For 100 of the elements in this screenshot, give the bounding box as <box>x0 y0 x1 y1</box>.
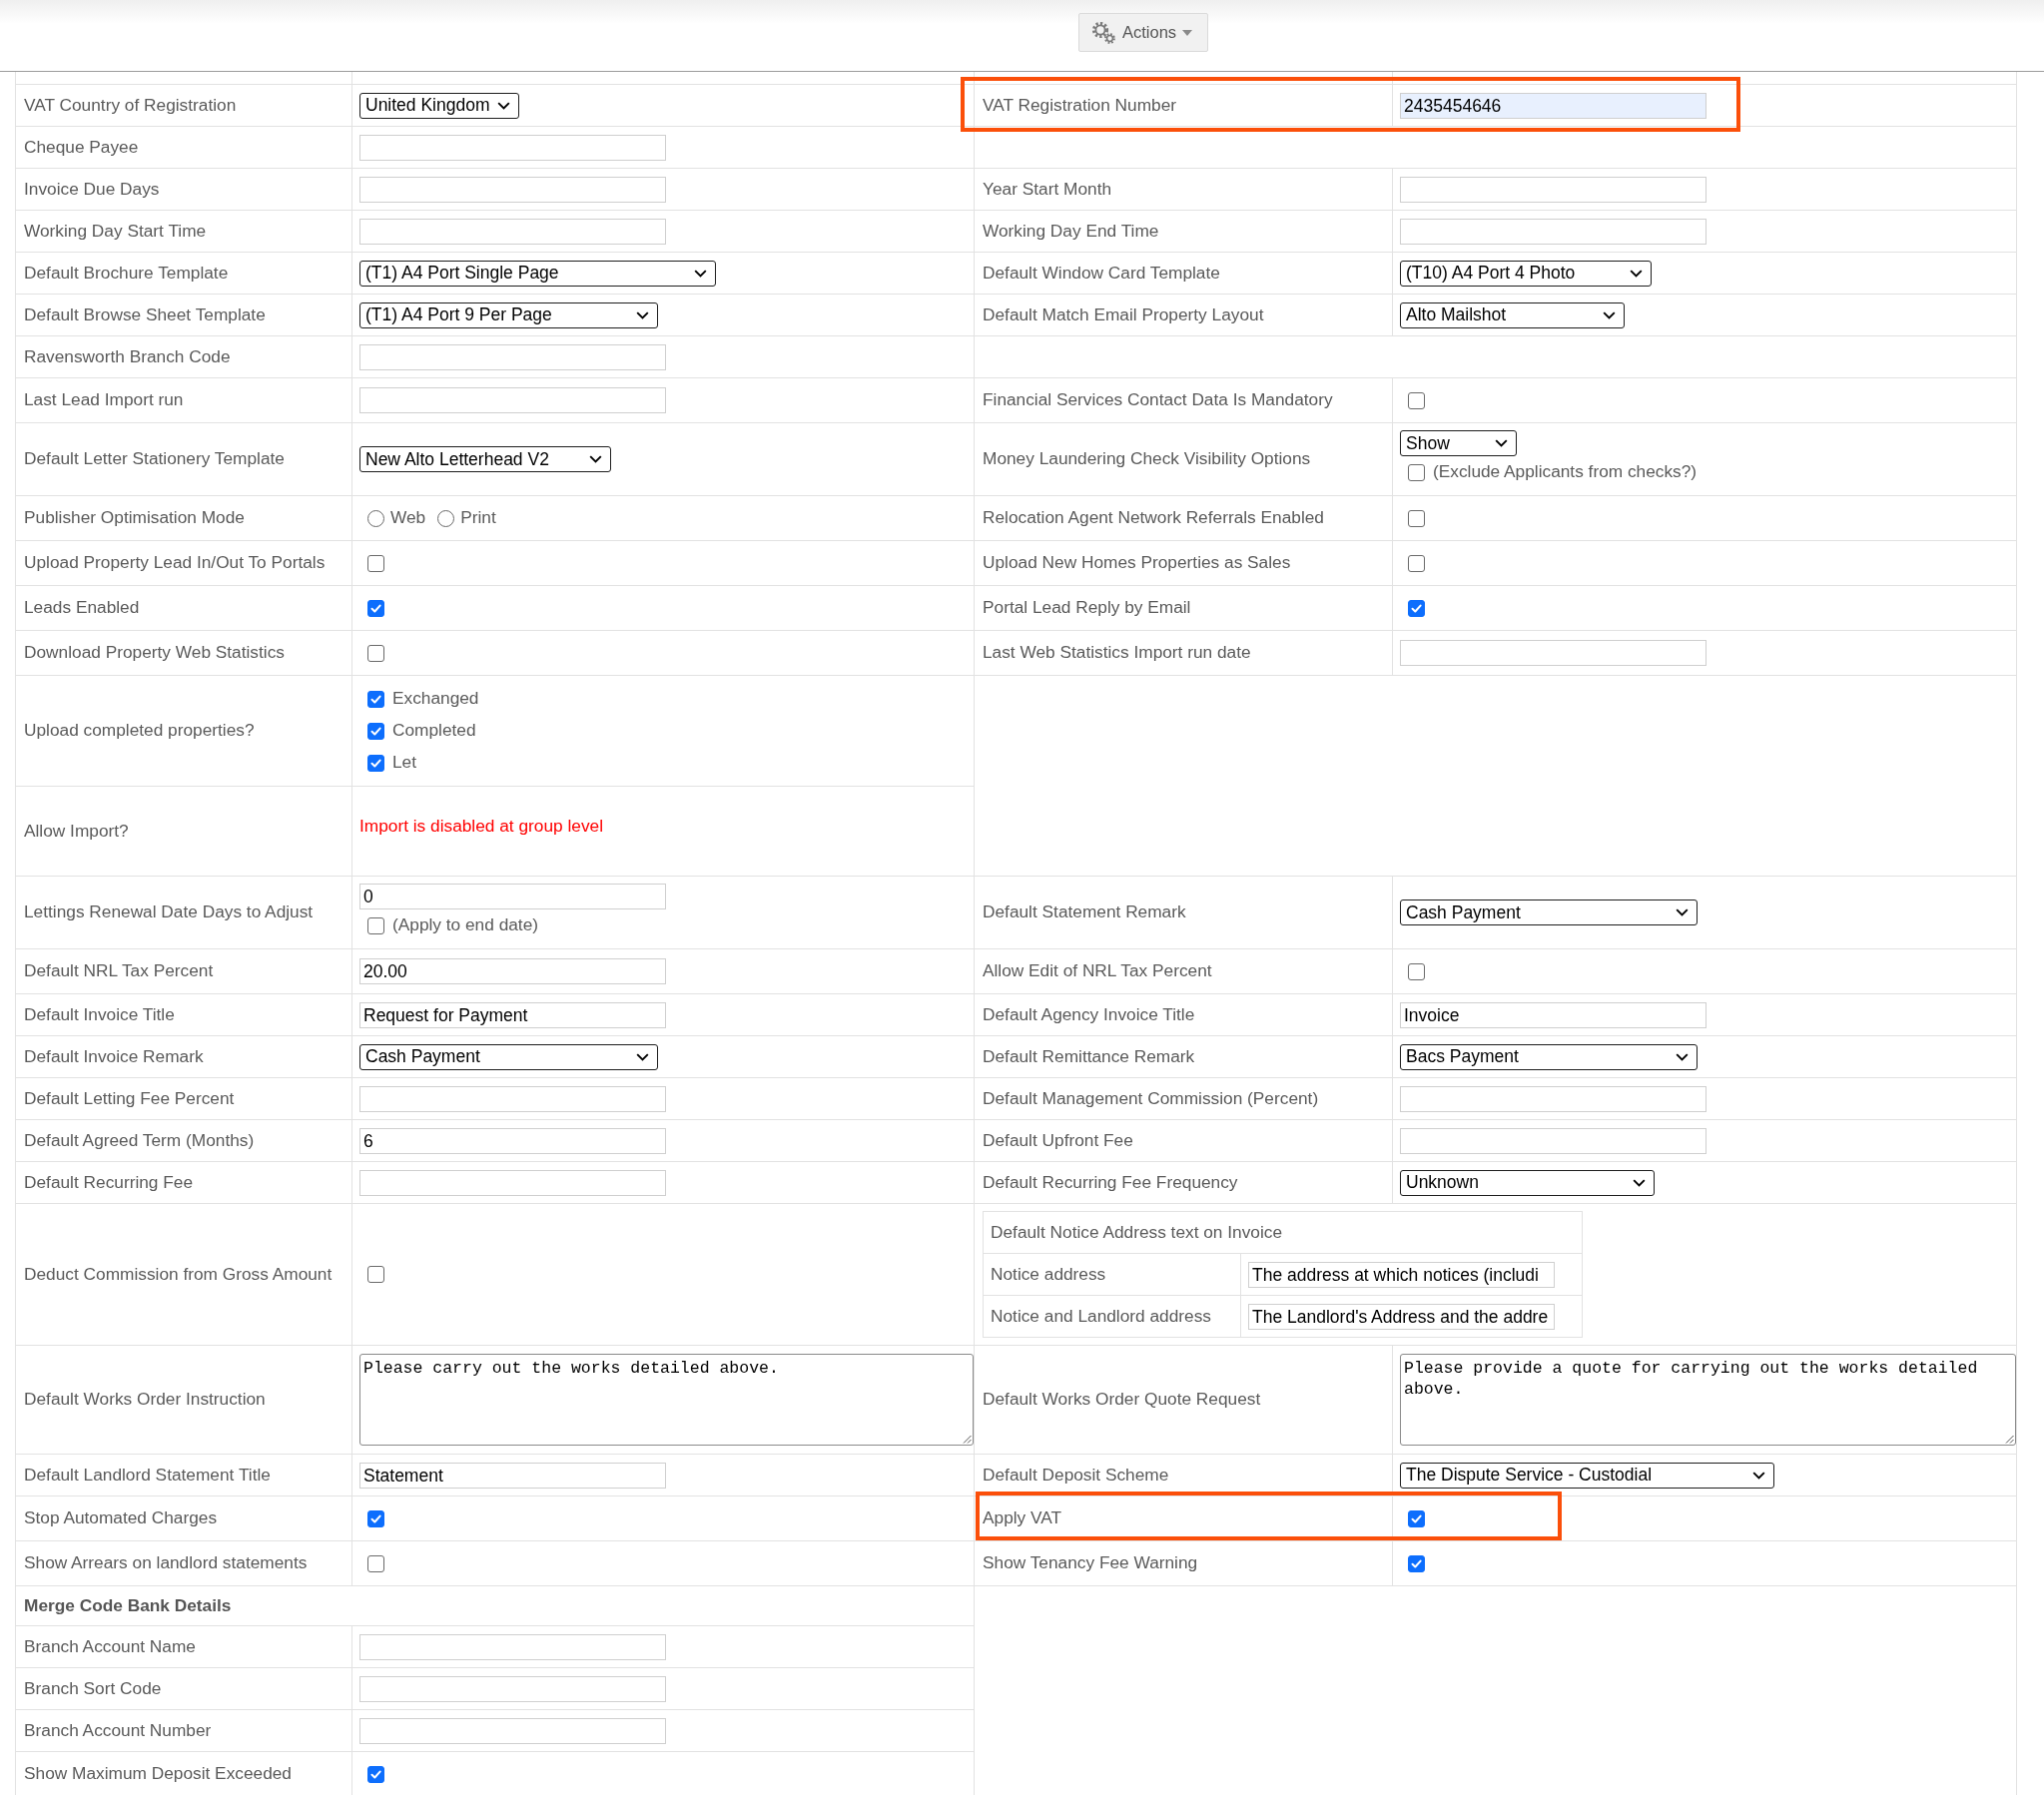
text-field[interactable] <box>359 1085 666 1112</box>
text-field[interactable]: 0 <box>359 884 666 909</box>
resize-grip-icon[interactable] <box>2005 1435 2014 1444</box>
checkbox[interactable] <box>1408 391 1425 409</box>
chevron-down-icon <box>1752 1471 1765 1480</box>
checkbox[interactable] <box>1408 1554 1425 1572</box>
checkbox[interactable] <box>367 554 384 572</box>
chevron-down-icon <box>1676 908 1689 916</box>
checkbox[interactable] <box>367 599 384 617</box>
field-label: Portal Lead Reply by Email <box>983 597 1191 619</box>
text-field[interactable] <box>1400 1127 1706 1154</box>
field-label: Default Invoice Title <box>24 1003 175 1026</box>
field-label: Default Works Order Instruction <box>24 1389 266 1411</box>
chevron-down-icon <box>694 269 707 278</box>
field-label: Download Property Web Statistics <box>24 642 285 664</box>
text-field[interactable]: Invoice <box>1400 1001 1706 1028</box>
dropdown[interactable]: Cash Payment <box>1400 899 1698 925</box>
checkbox[interactable] <box>1408 599 1425 617</box>
field-label: Default Remittance Remark <box>983 1045 1195 1068</box>
text-field[interactable] <box>1400 640 1706 666</box>
field-label: Default Agency Invoice Title <box>983 1003 1195 1026</box>
checkbox-label: (Exclude Applicants from checks?) <box>1433 461 1698 483</box>
dropdown[interactable]: (T1) A4 Port Single Page <box>359 260 716 287</box>
checkbox[interactable] <box>1408 962 1425 980</box>
dropdown[interactable]: Alto Mailshot <box>1400 301 1625 328</box>
chevron-down-icon <box>1630 269 1643 278</box>
text-field[interactable] <box>1400 1085 1706 1112</box>
field-label: Default Browse Sheet Template <box>24 303 266 326</box>
chevron-down-icon <box>636 310 649 319</box>
checkbox[interactable] <box>367 1765 384 1783</box>
radio-label: Web <box>390 507 426 529</box>
dropdown[interactable]: New Alto Letterhead V2 <box>359 446 611 472</box>
field-label: Financial Services Contact Data Is Mandatory <box>983 389 1333 411</box>
field-label: Default Invoice Remark <box>24 1045 204 1068</box>
field-label: Publisher Optimisation Mode <box>24 507 245 529</box>
text-field[interactable] <box>359 134 666 161</box>
text-field[interactable]: 6 <box>359 1127 666 1154</box>
field-label: Default Works Order Quote Request <box>983 1389 1261 1411</box>
field-label: Default Brochure Template <box>24 262 229 285</box>
text-field[interactable]: The Landlord's Address and the addre <box>1248 1303 1555 1330</box>
text-field[interactable] <box>359 218 666 245</box>
error-message: Import is disabled at group level <box>359 816 603 837</box>
dropdown[interactable]: Unknown <box>1400 1169 1655 1196</box>
field-label: Default Landlord Statement Title <box>24 1464 271 1487</box>
dropdown[interactable]: Bacs Payment <box>1400 1043 1698 1070</box>
dropdown[interactable]: The Dispute Service - Custodial <box>1400 1462 1774 1489</box>
checkbox[interactable] <box>367 1509 384 1527</box>
chevron-down-icon <box>1495 439 1508 447</box>
checkbox[interactable] <box>367 722 384 740</box>
checkbox[interactable] <box>1408 554 1425 572</box>
textarea-field[interactable]: Please carry out the works detailed above. <box>359 1354 974 1446</box>
text-field[interactable] <box>1400 176 1706 203</box>
text-field[interactable] <box>359 1169 666 1196</box>
resize-grip-icon[interactable] <box>963 1435 972 1444</box>
text-field[interactable]: 20.00 <box>359 958 666 984</box>
field-label: Allow Import? <box>24 820 129 843</box>
dropdown[interactable]: Show <box>1400 430 1517 456</box>
text-field[interactable] <box>359 1633 666 1660</box>
radio-button[interactable] <box>367 509 384 527</box>
field-label: Upload New Homes Properties as Sales <box>983 552 1291 574</box>
checkbox[interactable] <box>1408 1509 1425 1527</box>
field-label: Deduct Commission from Gross Amount <box>24 1263 333 1286</box>
field-label: Show Maximum Deposit Exceeded <box>24 1763 292 1785</box>
chevron-down-icon <box>497 101 510 110</box>
field-label: Upload Property Lead In/Out To Portals <box>24 552 326 574</box>
field-label: Apply VAT <box>983 1507 1062 1529</box>
checkbox[interactable] <box>367 644 384 662</box>
text-field[interactable] <box>359 1675 666 1702</box>
section-heading: Merge Code Bank Details <box>24 1595 232 1616</box>
field-label: Default Window Card Template <box>983 262 1220 285</box>
text-field[interactable] <box>359 343 666 370</box>
gears-icon <box>1091 20 1116 45</box>
field-label: Notice address <box>991 1263 1106 1286</box>
dropdown[interactable]: (T1) A4 Port 9 Per Page <box>359 301 658 328</box>
text-field[interactable] <box>359 1717 666 1744</box>
text-field[interactable] <box>1400 218 1706 245</box>
field-label: Upload completed properties? <box>24 720 255 742</box>
checkbox[interactable] <box>367 754 384 772</box>
text-field[interactable]: Statement <box>359 1462 666 1489</box>
checkbox[interactable] <box>1408 509 1425 527</box>
text-field[interactable]: Request for Payment <box>359 1001 666 1028</box>
text-field[interactable]: 2435454646 <box>1400 92 1706 119</box>
checkbox[interactable] <box>367 690 384 708</box>
field-label: Branch Sort Code <box>24 1677 162 1700</box>
field-label: Default Letter Stationery Template <box>24 448 285 470</box>
dropdown[interactable]: (T10) A4 Port 4 Photo <box>1400 260 1652 287</box>
checkbox[interactable] <box>1408 463 1425 481</box>
dropdown[interactable]: Cash Payment <box>359 1043 658 1070</box>
text-field[interactable] <box>359 176 666 203</box>
radio-button[interactable] <box>437 509 455 527</box>
checkbox[interactable] <box>367 1554 384 1572</box>
dropdown[interactable]: United Kingdom <box>359 92 519 119</box>
checkbox[interactable] <box>367 1266 384 1283</box>
text-field[interactable]: The address at which notices (includi <box>1248 1261 1555 1288</box>
actions-button[interactable]: Actions <box>1078 13 1208 52</box>
textarea-field[interactable]: Please provide a quote for carrying out the works detailed above. <box>1400 1354 2016 1446</box>
field-label: Last Web Statistics Import run date <box>983 642 1251 664</box>
field-label: Lettings Renewal Date Days to Adjust <box>24 901 314 923</box>
checkbox[interactable] <box>367 916 384 934</box>
text-field[interactable] <box>359 387 666 413</box>
